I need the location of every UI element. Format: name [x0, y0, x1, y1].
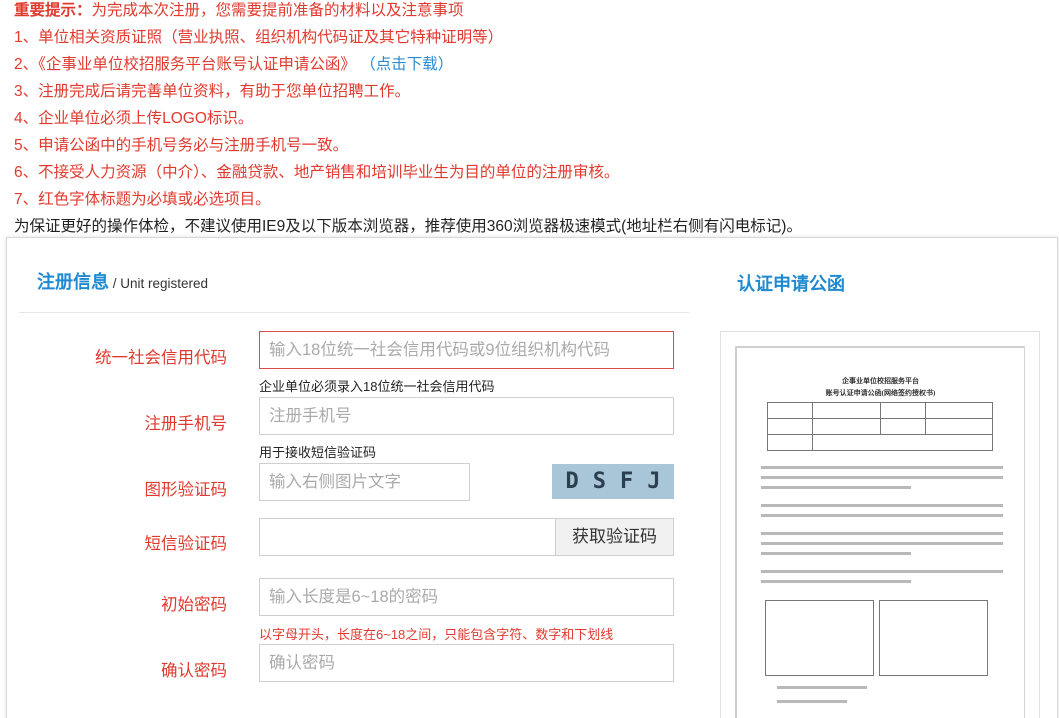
register-title-en: / Unit registered — [109, 276, 209, 291]
letter-document-image: 企事业单位校招服务平台 账号认证申请公函(网络签约授权书) — [735, 346, 1025, 718]
credit-code-hint: 企业单位必须录入18位统一社会信用代码 — [259, 379, 495, 394]
notice-heading-text: 为完成本次注册，您需要提前准备的材料以及注意事项 — [91, 2, 464, 19]
password-input[interactable]: 输入长度是6~18的密码 — [259, 578, 674, 616]
phone-input[interactable]: 注册手机号 — [259, 397, 674, 435]
letter-doc-stamp-box — [879, 600, 988, 676]
letter-doc-line — [761, 476, 1003, 479]
letter-doc-line — [761, 542, 1003, 545]
download-letter-link[interactable]: （点击下载） — [360, 56, 453, 73]
phone-hint: 用于接收短信验证码 — [259, 445, 377, 460]
notice-heading: 重要提示：为完成本次注册，您需要提前准备的材料以及注意事项 — [14, 0, 1054, 27]
letter-doc-title-2: 账号认证申请公函(网络签约授权书) — [825, 389, 936, 397]
confirm-password-input[interactable]: 确认密码 — [259, 644, 674, 682]
notice-item-2: 2、《企事业单位校招服务平台账号认证申请公函》 （点击下载） — [14, 54, 1054, 81]
captcha-image[interactable]: DSFJ — [552, 464, 674, 499]
register-title: 注册信息 / Unit registered — [37, 268, 208, 294]
confirm-password-label: 确认密码 — [161, 662, 227, 680]
letter-doc-line — [761, 552, 911, 555]
letter-doc-line — [761, 466, 1003, 469]
get-sms-code-button[interactable]: 获取验证码 — [555, 518, 674, 556]
notice-item-5: 5、申请公函中的手机号务必与注册手机号一致。 — [14, 137, 349, 154]
credit-code-label: 统一社会信用代码 — [95, 349, 227, 367]
letter-doc-title-1: 企事业单位校招服务平台 — [842, 377, 919, 385]
password-hint: 以字母开头，长度在6~18之间，只能包含字符、数字和下划线 — [259, 627, 614, 642]
credit-code-input[interactable]: 输入18位统一社会信用代码或9位组织机构代码 — [259, 331, 674, 369]
letter-doc-stamp-box — [765, 600, 874, 676]
letter-doc-line — [777, 686, 867, 689]
captcha-label: 图形验证码 — [144, 481, 228, 499]
notice-item-6: 6、不接受人力资源（中介）、金融贷款、地产销售和培训毕业生为目的单位的注册审核。 — [14, 164, 620, 181]
notice-item-3: 3、注册完成后请完善单位资料，有助于您单位招聘工作。 — [14, 83, 411, 100]
letter-doc-line — [761, 504, 1003, 507]
notice-item-7: 7、红色字体标题为必填或必选项目。 — [14, 191, 271, 208]
phone-label: 注册手机号 — [144, 415, 228, 433]
letter-doc-line — [761, 580, 911, 583]
letter-doc-line — [761, 532, 1003, 535]
letter-doc-line — [761, 570, 1003, 573]
letter-title: 认证申请公函 — [737, 274, 845, 294]
register-divider — [19, 312, 689, 313]
letter-doc-table — [767, 402, 993, 451]
letter-doc-line — [761, 486, 911, 489]
sms-code-input[interactable] — [259, 518, 556, 556]
registration-panel: 注册信息 / Unit registered 统一社会信用代码 输入18位统一社… — [6, 237, 1058, 718]
captcha-input[interactable]: 输入右侧图片文字 — [259, 463, 470, 501]
notice-section: 重要提示：为完成本次注册，您需要提前准备的材料以及注意事项 1、单位相关资质证照… — [14, 0, 1054, 243]
letter-doc-line — [777, 700, 847, 703]
letter-doc-line — [761, 514, 1003, 517]
notice-item-1: 1、单位相关资质证照（营业执照、组织机构代码证及其它特种证明等） — [14, 29, 504, 46]
sms-label: 短信验证码 — [144, 535, 228, 553]
notice-item-4: 4、企业单位必须上传LOGO标识。 — [14, 110, 254, 127]
notice-item-2-text: 2、《企事业单位校招服务平台账号认证申请公函》 — [14, 56, 356, 73]
letter-preview[interactable]: 企事业单位校招服务平台 账号认证申请公函(网络签约授权书) — [720, 331, 1040, 718]
register-title-zh: 注册信息 — [37, 272, 109, 292]
password-label: 初始密码 — [161, 596, 227, 614]
notice-heading-label: 重要提示： — [14, 2, 92, 19]
